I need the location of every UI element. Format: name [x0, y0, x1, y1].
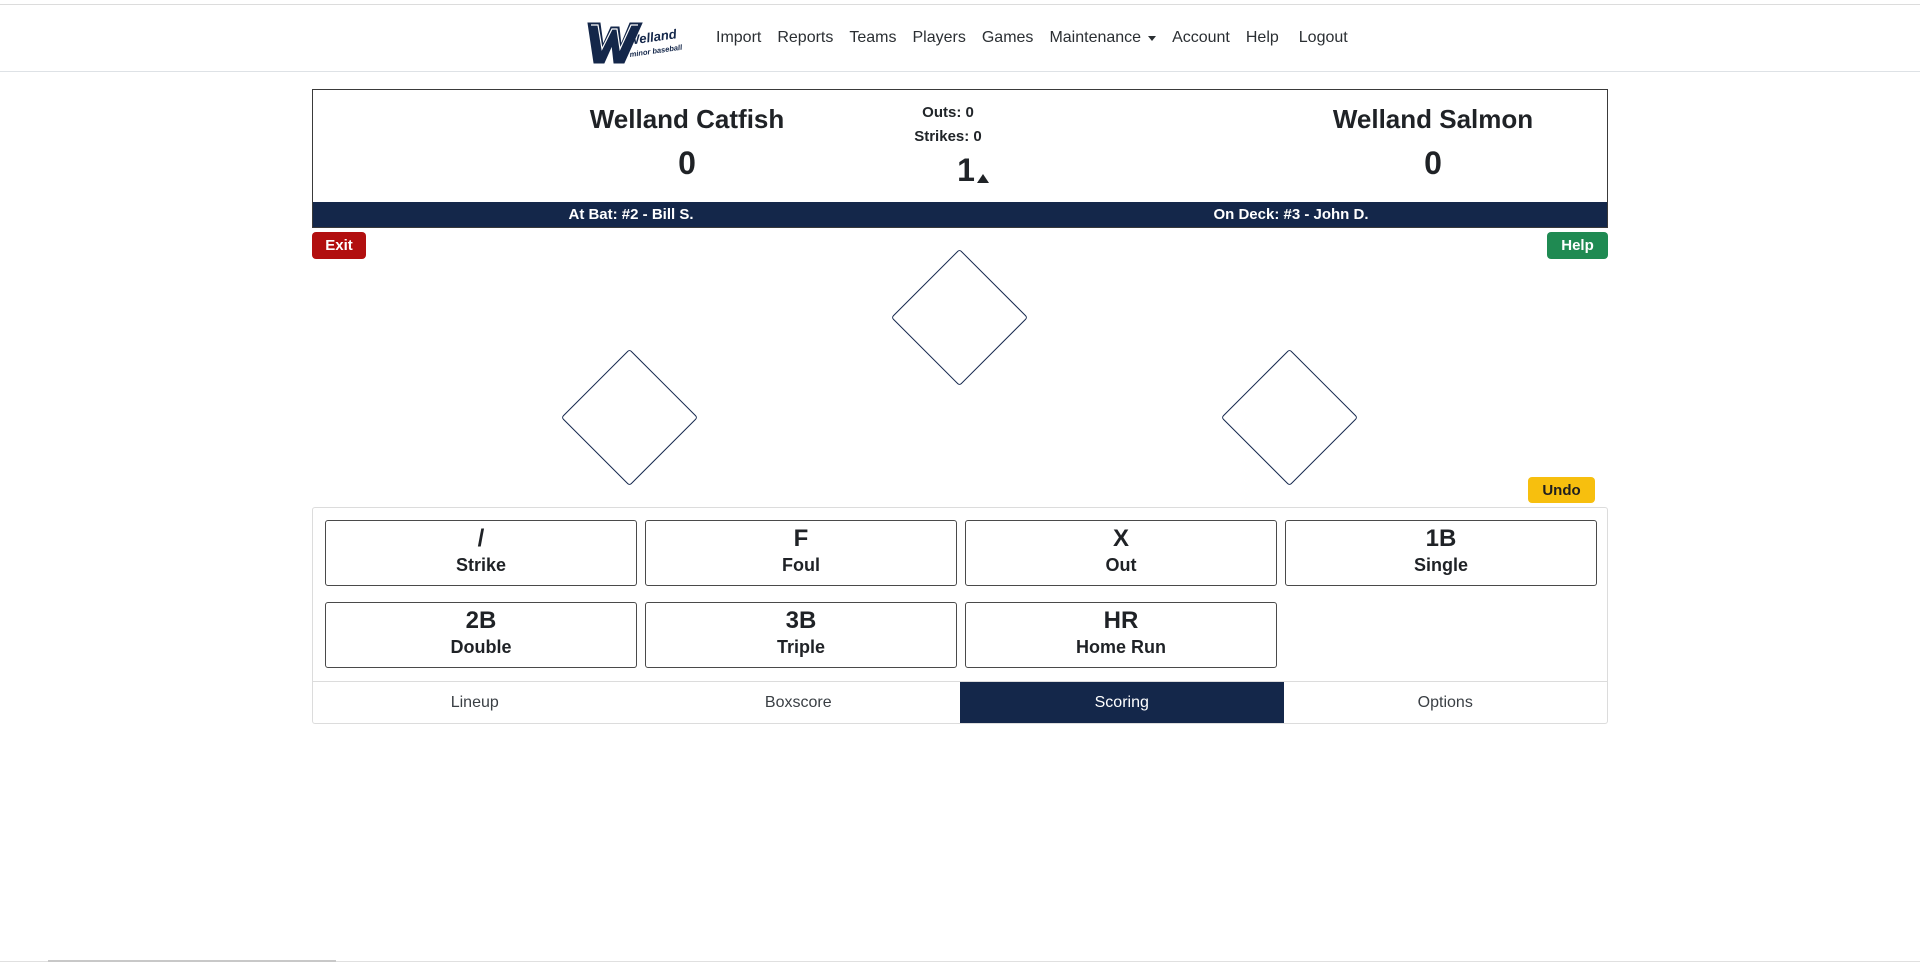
at-bat-label: At Bat: #2 - Bill S. [568, 206, 694, 223]
nav-import[interactable]: Import [714, 29, 769, 47]
home-team: Welland Salmon 0 [1233, 104, 1633, 182]
nav-logout[interactable]: Logout [1287, 29, 1356, 47]
foul-button[interactable]: F Foul [645, 520, 957, 586]
batter-bar: At Bat: #2 - Bill S. On Deck: #3 - John … [313, 202, 1607, 227]
single-label: Single [1413, 555, 1468, 575]
action-grid: / Strike F Foul X Out 1B Single 2B Doubl… [325, 520, 1597, 668]
nav-help[interactable]: Help [1238, 29, 1287, 47]
home-run-symbol: HR [1103, 607, 1139, 634]
strike-symbol: / [477, 525, 485, 552]
scoreboard: Welland Catfish 0 Outs: 0 Strikes: 0 1 W… [312, 89, 1608, 228]
out-symbol: X [1112, 525, 1129, 552]
on-deck-label: On Deck: #3 - John D. [1213, 206, 1369, 223]
foul-label: Foul [782, 555, 820, 575]
second-base[interactable] [890, 248, 1029, 387]
nav-reports[interactable]: Reports [769, 29, 841, 47]
main-nav: Import Reports Teams Players Games Maint… [714, 29, 1356, 47]
help-button[interactable]: Help [1547, 232, 1608, 259]
away-team-score: 0 [678, 145, 696, 181]
away-team-name: Welland Catfish [589, 104, 785, 134]
count-display: Outs: 0 Strikes: 0 [873, 101, 1023, 149]
double-label: Double [450, 637, 512, 657]
strike-label: Strike [455, 555, 507, 575]
tab-boxscore[interactable]: Boxscore [637, 682, 961, 723]
double-button[interactable]: 2B Double [325, 602, 637, 668]
triple-button[interactable]: 3B Triple [645, 602, 957, 668]
home-team-score: 0 [1424, 145, 1442, 181]
nav-account[interactable]: Account [1164, 29, 1238, 47]
top-half-arrow-icon [976, 174, 989, 183]
first-base[interactable] [1220, 348, 1359, 487]
double-symbol: 2B [465, 607, 497, 634]
home-run-label: Home Run [1076, 637, 1166, 657]
scoring-panel: / Strike F Foul X Out 1B Single 2B Doubl… [312, 507, 1608, 724]
nav-maintenance-dropdown[interactable]: Maintenance [1041, 29, 1164, 47]
third-base[interactable] [560, 348, 699, 487]
out-button[interactable]: X Out [965, 520, 1277, 586]
nav-teams[interactable]: Teams [841, 29, 904, 47]
undo-button[interactable]: Undo [1528, 477, 1595, 503]
exit-button[interactable]: Exit [312, 232, 366, 259]
tab-scoring[interactable]: Scoring [960, 682, 1284, 723]
nav-games[interactable]: Games [974, 29, 1042, 47]
inning-indicator: 1 [933, 152, 1013, 189]
out-label: Out [1105, 555, 1137, 575]
navbar: Welland minor baseball Import Reports Te… [0, 5, 1920, 72]
foul-symbol: F [793, 525, 809, 552]
tab-options[interactable]: Options [1284, 682, 1608, 723]
triple-symbol: 3B [785, 607, 817, 634]
strike-button[interactable]: / Strike [325, 520, 637, 586]
caret-down-icon [1148, 35, 1157, 41]
bottom-tabs: Lineup Boxscore Scoring Options [313, 681, 1607, 723]
strikes-count: Strikes: 0 [914, 128, 982, 145]
nav-players[interactable]: Players [905, 29, 974, 47]
away-team: Welland Catfish 0 [487, 104, 887, 182]
single-symbol: 1B [1425, 525, 1457, 552]
welland-logo-icon[interactable]: Welland minor baseball [584, 15, 688, 67]
outs-count: Outs: 0 [922, 104, 974, 121]
home-team-name: Welland Salmon [1332, 104, 1534, 134]
bottom-scroll-segment [48, 960, 336, 962]
inning-number: 1 [957, 152, 975, 188]
home-run-button[interactable]: HR Home Run [965, 602, 1277, 668]
nav-maintenance-label: Maintenance [1049, 29, 1142, 46]
triple-label: Triple [776, 637, 825, 657]
tab-lineup[interactable]: Lineup [313, 682, 637, 723]
single-button[interactable]: 1B Single [1285, 520, 1597, 586]
